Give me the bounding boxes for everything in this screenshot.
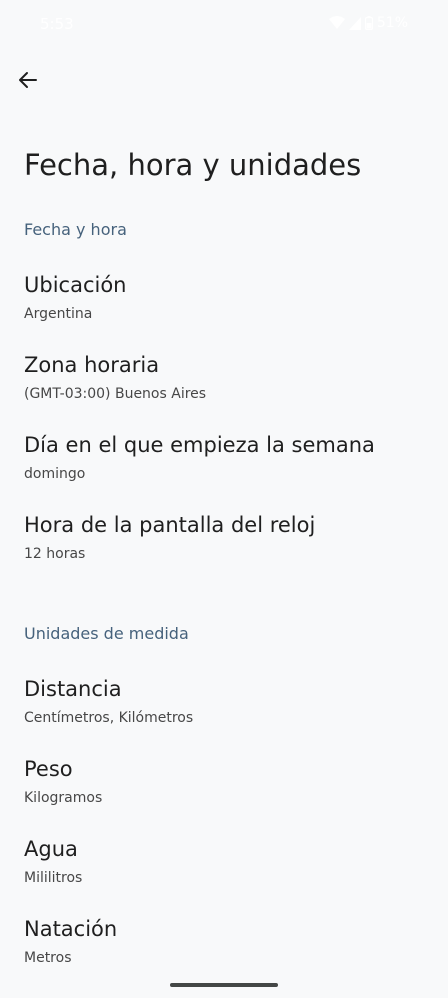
- setting-summary: (GMT-03:00) Buenos Aires: [24, 386, 207, 402]
- status-bar: 5:53 51%: [0, 0, 448, 48]
- home-indicator[interactable]: [170, 983, 278, 987]
- back-button[interactable]: [12, 66, 44, 98]
- setting-title: Día en el que empieza la semana: [24, 433, 375, 457]
- setting-item-week-start[interactable]: Día en el que empieza la semana domingo: [0, 430, 448, 502]
- setting-item-clock-format[interactable]: Hora de la pantalla del reloj 12 horas: [0, 510, 448, 582]
- status-icons: 51%: [328, 15, 408, 31]
- setting-title: Hora de la pantalla del reloj: [24, 513, 316, 537]
- section-header-units: Unidades de medida: [24, 624, 189, 643]
- setting-summary: domingo: [24, 466, 86, 482]
- signal-icon: [348, 16, 361, 30]
- page-title: Fecha, hora y unidades: [24, 148, 362, 182]
- section-header-date-time: Fecha y hora: [24, 220, 127, 239]
- setting-item-weight[interactable]: Peso Kilogramos: [0, 754, 448, 826]
- setting-item-distance[interactable]: Distancia Centímetros, Kilómetros: [0, 674, 448, 746]
- setting-title: Zona horaria: [24, 353, 160, 377]
- setting-item-time-zone[interactable]: Zona horaria (GMT-03:00) Buenos Aires: [0, 350, 448, 422]
- setting-title: Peso: [24, 757, 73, 781]
- battery-icon: [364, 16, 373, 30]
- setting-title: Natación: [24, 917, 118, 941]
- setting-title: Distancia: [24, 677, 122, 701]
- setting-summary: Metros: [24, 950, 72, 966]
- setting-item-water[interactable]: Agua Mililitros: [0, 834, 448, 906]
- wifi-icon: [328, 16, 345, 30]
- battery-percent: 51%: [376, 15, 408, 31]
- setting-summary: Centímetros, Kilómetros: [24, 710, 194, 726]
- setting-title: Ubicación: [24, 273, 127, 297]
- setting-item-location[interactable]: Ubicación Argentina: [0, 270, 448, 342]
- setting-summary: Mililitros: [24, 870, 83, 886]
- setting-summary: Argentina: [24, 306, 93, 322]
- setting-summary: 12 horas: [24, 546, 86, 562]
- setting-item-swimming[interactable]: Natación Metros: [0, 914, 448, 986]
- setting-title: Agua: [24, 837, 78, 861]
- status-time: 5:53: [40, 15, 74, 33]
- arrow-back-icon: [18, 70, 38, 94]
- setting-summary: Kilogramos: [24, 790, 103, 806]
